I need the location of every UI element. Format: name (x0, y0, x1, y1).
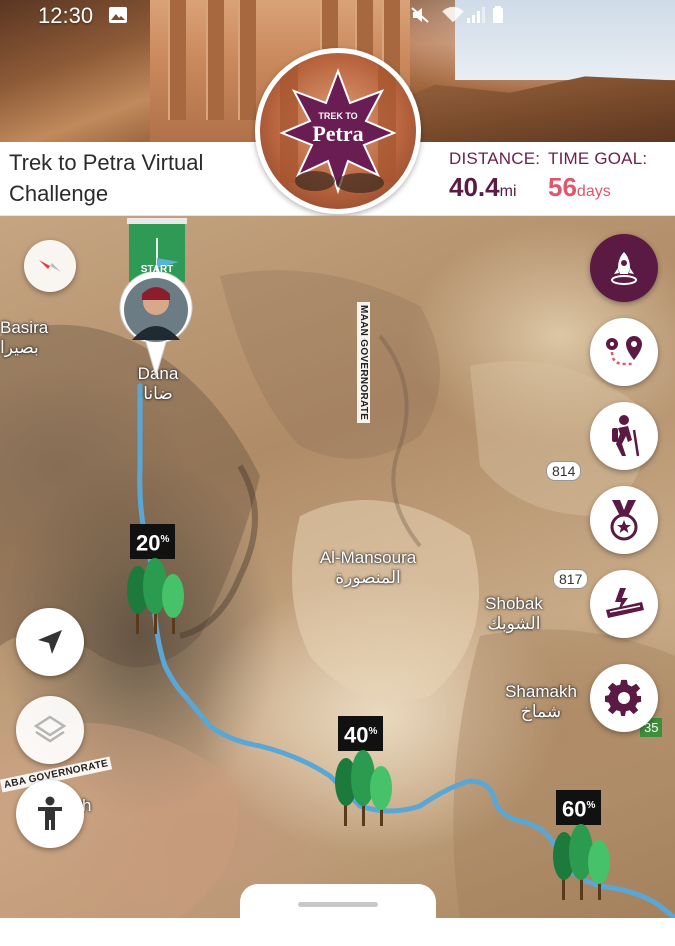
map-label-al-mansoura: Al-Mansoura المنصورة (308, 548, 428, 588)
start-activity-button[interactable] (590, 234, 658, 302)
signal-icon (467, 7, 485, 23)
tree-cluster-icon (553, 824, 610, 900)
treadmill-icon (606, 588, 644, 618)
milestone-40-suffix: % (368, 726, 378, 737)
map-label-partial: h (82, 796, 102, 816)
battery-icon (493, 6, 503, 23)
badge-line2: Petra (312, 121, 364, 146)
activity-button[interactable] (590, 402, 658, 470)
hiker-icon (612, 415, 640, 457)
medal-icon (610, 500, 638, 541)
distance-label: DISTANCE: (449, 149, 541, 168)
locate-button[interactable] (16, 608, 84, 676)
compass-icon (39, 260, 61, 272)
tree-cluster-icon (335, 750, 392, 826)
map-label-shobak-name: Shobak (485, 594, 543, 613)
compass-button[interactable] (24, 240, 76, 292)
road-shield-817: 817 (553, 569, 589, 589)
map-label-basira-arabic: بصيرا (0, 338, 39, 357)
layers-icon (33, 715, 67, 743)
map-label-shamakh-name: Shamakh (505, 682, 577, 701)
tree-cluster-icon (127, 558, 184, 634)
distance-value: 40.4mi (449, 172, 517, 203)
governorate-label-maan: MAAN GOVERNORATE (357, 302, 370, 424)
person-button[interactable] (16, 780, 84, 848)
person-icon (38, 796, 62, 830)
settings-icon (605, 679, 642, 716)
challenge-title: Trek to Petra Virtual Challenge (9, 150, 204, 206)
road-shield-814: 814 (546, 461, 582, 481)
map-label-shobak: Shobak الشوبك (474, 594, 554, 634)
milestone-20[interactable]: 20% (124, 524, 196, 634)
route-button[interactable] (590, 318, 658, 386)
badge-line1: TREK TO (318, 111, 358, 121)
map-label-shamakh-arabic: شماخ (520, 702, 562, 721)
time-goal-number: 56 (548, 172, 577, 202)
mute-icon (411, 7, 429, 23)
distance-number: 40.4 (449, 172, 500, 202)
milestone-20-suffix: % (160, 534, 170, 545)
milestone-20-percent: 20 (136, 530, 161, 556)
milestone-60-suffix: % (586, 800, 596, 811)
milestone-60-percent: 60 (562, 796, 587, 822)
layers-button[interactable] (16, 696, 84, 764)
map-label-basira: Basira بصيرا (0, 318, 60, 358)
time-goal-value: 56days (548, 172, 611, 203)
challenge-badge[interactable]: TREK TO Petra (255, 48, 421, 214)
time-goal-label: TIME GOAL: (548, 149, 648, 168)
milestone-60[interactable]: 60% (550, 790, 622, 900)
user-location-pin[interactable] (118, 270, 194, 378)
avatar-pin-icon (119, 270, 193, 378)
route-icon (606, 336, 642, 366)
bottom-sheet[interactable] (0, 918, 675, 946)
status-time: 12:30 (38, 3, 94, 28)
gallery-icon (109, 7, 127, 23)
treadmill-button[interactable] (590, 570, 658, 638)
status-bar: 12:30 (0, 0, 675, 30)
map-label-basira-name: Basira (0, 318, 49, 337)
map-label-shobak-arabic: الشوبك (487, 614, 541, 633)
map-label-shamakh: Shamakh شماخ (496, 682, 586, 722)
locate-icon (38, 630, 62, 654)
milestone-40-percent: 40 (344, 722, 369, 748)
wifi-icon (442, 6, 464, 23)
map-view[interactable]: Basira بصيرا Dana ضانا Al-Mansoura المنص… (0, 216, 675, 918)
map-label-al-mansoura-name: Al-Mansoura (319, 548, 417, 567)
rocket-launch-icon (611, 252, 637, 285)
map-label-partial-name: h (82, 796, 92, 815)
time-goal-unit: days (576, 183, 611, 200)
map-label-dana-arabic: ضانا (143, 384, 173, 403)
map-label-al-mansoura-arabic: المنصورة (335, 568, 401, 587)
milestone-40[interactable]: 40% (332, 716, 404, 826)
bottom-sheet-handle[interactable] (298, 902, 378, 907)
medal-button[interactable] (590, 486, 658, 554)
distance-unit: mi (499, 183, 517, 200)
settings-button[interactable] (590, 664, 658, 732)
